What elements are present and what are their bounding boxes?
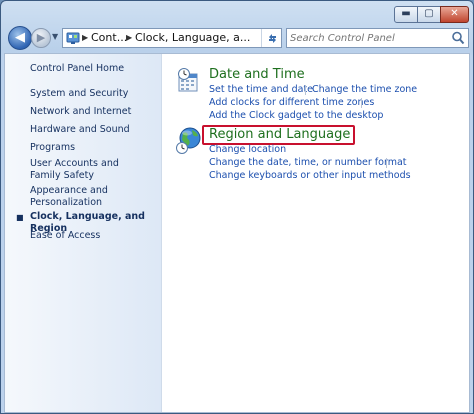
change-location-link[interactable]: Change location [209, 144, 286, 156]
search-icon[interactable] [451, 30, 465, 46]
sidebar-item-programs[interactable]: Programs [30, 142, 158, 154]
add-clocks-link[interactable]: Add clocks for different time zones [209, 97, 374, 109]
control-panel-icon [66, 31, 80, 45]
globe-clock-icon[interactable] [176, 127, 202, 155]
link-divider [361, 98, 362, 108]
add-clock-gadget-link[interactable]: Add the Clock gadget to the desktop [209, 110, 383, 122]
calendar-clock-icon[interactable] [176, 68, 202, 94]
minimize-button[interactable]: ▬ [394, 6, 418, 23]
sidebar-item-network-and-internet[interactable]: Network and Internet [30, 106, 158, 118]
recent-pages-chevron-icon[interactable]: ▼ [52, 32, 58, 41]
navigation-bar: ◀ ▶ ▼ ▶ Cont... ▶ Clock, Language, a... … [1, 25, 473, 51]
sidebar-item-appearance[interactable]: Appearance and Personalization [30, 185, 140, 209]
sidebar-item-hardware-and-sound[interactable]: Hardware and Sound [30, 124, 158, 136]
content-pane: Control Panel Home System and Security N… [4, 53, 470, 413]
sidebar-item-control-panel-home[interactable]: Control Panel Home [30, 63, 158, 75]
sidebar-item-user-accounts[interactable]: User Accounts and Family Safety [30, 158, 145, 182]
main-panel: Date and Time Set the time and date Chan… [162, 54, 469, 412]
region-and-language-title[interactable]: Region and Language [209, 127, 350, 143]
search-box[interactable] [286, 28, 469, 48]
maximize-button[interactable]: ▢ [417, 6, 441, 23]
change-keyboards-link[interactable]: Change keyboards or other input methods [209, 170, 411, 182]
sidebar-item-ease-of-access[interactable]: Ease of Access [30, 230, 158, 242]
address-bar[interactable]: ▶ Cont... ▶ Clock, Language, a... ▼ [62, 28, 280, 48]
close-button[interactable]: ✕ [440, 6, 469, 23]
control-panel-window: ▬ ▢ ✕ ◀ ▶ ▼ ▶ Cont... ▶ Clock, Language,… [0, 0, 474, 414]
change-time-zone-link[interactable]: Change the time zone [312, 84, 417, 96]
date-and-time-title[interactable]: Date and Time [209, 67, 305, 83]
refresh-button[interactable] [263, 28, 282, 48]
link-divider [305, 85, 306, 95]
sidebar: Control Panel Home System and Security N… [5, 54, 162, 412]
breadcrumb-item[interactable]: Cont... [91, 29, 127, 47]
link-divider [386, 158, 387, 168]
breadcrumb-separator-icon[interactable]: ▶ [82, 29, 88, 47]
breadcrumb-separator-icon[interactable]: ▶ [126, 29, 132, 47]
current-item-bullet-icon: ■ [16, 213, 24, 222]
refresh-icon [268, 34, 276, 43]
search-input[interactable] [290, 30, 450, 46]
breadcrumb-item[interactable]: Clock, Language, a... [135, 29, 250, 47]
set-time-and-date-link[interactable]: Set the time and date [209, 84, 313, 96]
forward-button[interactable]: ▶ [31, 28, 51, 48]
change-date-time-number-format-link[interactable]: Change the date, time, or number format [209, 157, 407, 169]
sidebar-item-system-and-security[interactable]: System and Security [30, 88, 158, 100]
back-button[interactable]: ◀ [8, 26, 32, 50]
